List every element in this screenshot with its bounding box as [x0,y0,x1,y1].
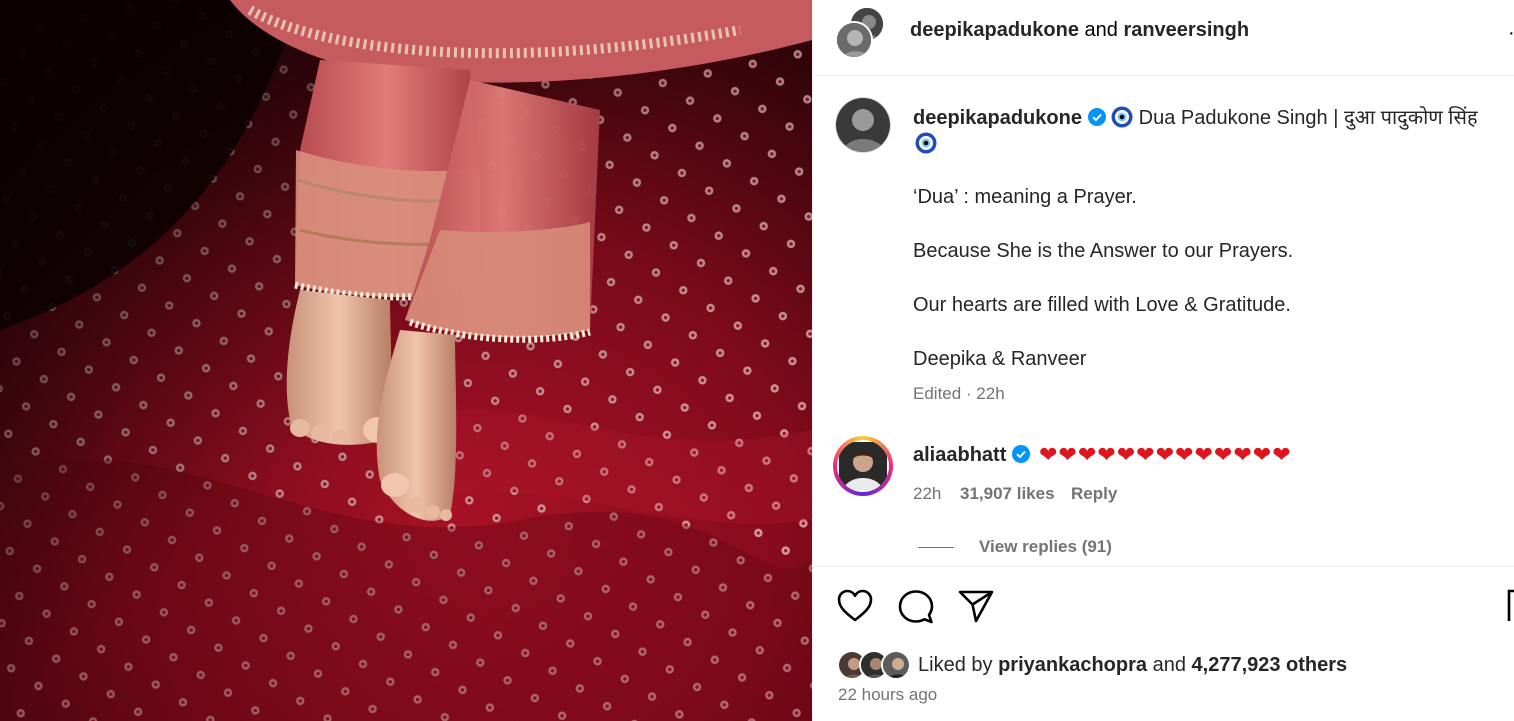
replies-divider [918,547,954,548]
evil-eye-icon [915,132,937,155]
caption-edited-time: Edited · 22h [913,384,1005,403]
caption-line: Because She is the Answer to our Prayers… [913,240,1294,262]
verified-badge-icon [1011,445,1030,463]
liked-by-user[interactable]: priyankachopra [998,654,1147,676]
author-link-1[interactable]: deepikapadukone [910,19,1079,41]
like-icon[interactable] [837,589,873,623]
share-icon[interactable] [958,589,994,623]
liker-avatar [881,650,911,680]
post-photo-artwork [0,0,812,721]
liked-by-prefix: Liked by [918,654,993,676]
comment-username-row: aliaabhatt [913,444,1030,467]
post-image[interactable] [0,0,812,721]
caption-line: Deepika & Ranveer [913,348,1087,370]
comment-avatar-story-ring[interactable] [833,436,893,496]
post-side-panel: deepikapadukone and ranveersingh · deepi… [812,0,1514,721]
comment-username[interactable]: aliaabhatt [913,444,1006,466]
caption-title: Dua Padukone Singh | दुआ पादुकोण सिंह [1138,107,1478,129]
more-options-icon[interactable]: · [1508,22,1514,45]
post-header: deepikapadukone and ranveersingh · [813,0,1514,76]
authors-and: and [1084,19,1118,41]
comment-icon[interactable] [898,589,934,625]
liked-by-others[interactable]: 4,277,923 others [1192,654,1348,676]
caption-username[interactable]: deepikapadukone [913,107,1082,129]
liked-by-and: and [1152,654,1186,676]
author-link-2[interactable]: ranveersingh [1123,19,1249,41]
comment-time: 22h [913,484,942,503]
view-replies-button[interactable]: View replies (91) [979,537,1112,557]
likers-avatars[interactable] [837,650,917,682]
verified-badge-icon [1087,108,1106,126]
caption-first-line: deepikapadukone Dua Padukone Singh | दुआ… [913,103,1478,130]
evil-eye-icon [1111,106,1133,128]
caption-line: Our hearts are filled with Love & Gratit… [913,294,1291,316]
commenter-avatar [839,442,887,490]
liked-by-summary: Liked by priyankachopra and 4,277,923 ot… [918,654,1347,677]
caption-line: ‘Dua’ : meaning a Prayer. [913,186,1137,208]
collab-avatar-front[interactable] [835,21,873,59]
comment-reply-button[interactable]: Reply [1071,484,1117,504]
post-time-ago[interactable]: 22 hours ago [838,685,937,705]
post-authors: deepikapadukone and ranveersingh [910,19,1249,42]
comment-text: ❤❤❤❤❤❤❤❤❤❤❤❤❤ [1039,442,1292,467]
post-actions: Liked by priyankachopra and 4,277,923 ot… [813,566,1514,721]
save-icon[interactable] [1507,589,1514,623]
comment-likes[interactable]: 31,907 likes [960,484,1055,504]
caption-avatar[interactable] [835,97,891,153]
